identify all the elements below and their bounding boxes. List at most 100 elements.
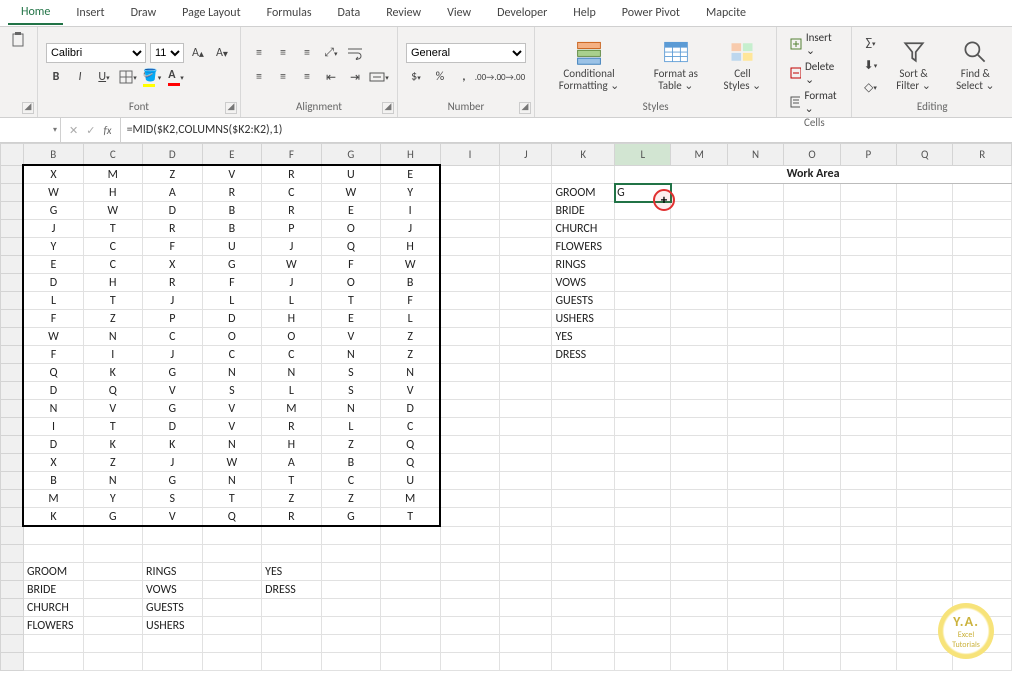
cell[interactable] <box>840 220 896 238</box>
merge-button[interactable]: ▾ <box>369 67 389 87</box>
cell[interactable] <box>381 581 441 599</box>
cell[interactable] <box>321 526 381 545</box>
cell[interactable]: J <box>262 274 322 292</box>
cell[interactable] <box>727 220 783 238</box>
cell[interactable]: W <box>381 256 441 274</box>
cell[interactable] <box>671 292 727 310</box>
cell[interactable] <box>671 436 727 454</box>
cell[interactable]: B <box>321 454 381 472</box>
cell[interactable] <box>671 346 727 364</box>
cell[interactable]: V <box>143 382 203 400</box>
cell[interactable]: J <box>143 454 203 472</box>
cell[interactable] <box>615 400 671 418</box>
cell[interactable] <box>727 292 783 310</box>
cell[interactable] <box>262 545 322 563</box>
cell[interactable] <box>500 220 552 238</box>
decrease-font-button[interactable]: A▾ <box>212 43 232 63</box>
cell[interactable]: D <box>143 418 203 436</box>
tab-power-pivot[interactable]: Power Pivot <box>609 2 693 24</box>
name-box[interactable] <box>0 118 61 142</box>
cell[interactable]: BRIDE <box>23 581 83 599</box>
cell[interactable] <box>552 454 615 472</box>
cell[interactable]: C <box>83 256 143 274</box>
paste-button[interactable] <box>8 30 28 50</box>
cell[interactable] <box>784 653 840 671</box>
cell[interactable] <box>897 328 953 346</box>
cell[interactable] <box>440 454 500 472</box>
decrease-indent-button[interactable]: ⇤ <box>321 67 341 87</box>
cell[interactable] <box>671 382 727 400</box>
cell[interactable] <box>552 563 615 581</box>
cell[interactable]: R <box>262 165 322 184</box>
cell[interactable]: V <box>202 165 262 184</box>
cell[interactable] <box>784 472 840 490</box>
cell[interactable] <box>953 238 1012 256</box>
italic-button[interactable]: I <box>70 67 90 87</box>
tab-help[interactable]: Help <box>560 2 609 24</box>
cell[interactable] <box>500 238 552 256</box>
find-select-button[interactable]: Find & Select ⌄ <box>947 36 1004 94</box>
cell[interactable] <box>615 256 671 274</box>
cell[interactable] <box>440 220 500 238</box>
cell[interactable]: N <box>23 400 83 418</box>
cell[interactable]: A <box>143 184 203 202</box>
cell[interactable]: N <box>83 472 143 490</box>
cell[interactable] <box>671 364 727 382</box>
cell[interactable] <box>440 545 500 563</box>
cell[interactable]: C <box>262 346 322 364</box>
cell[interactable] <box>552 418 615 436</box>
cell[interactable]: O <box>262 328 322 346</box>
cell[interactable]: V <box>381 382 441 400</box>
cell[interactable] <box>784 238 840 256</box>
cell[interactable]: V <box>321 328 381 346</box>
select-all-corner[interactable] <box>1 144 24 166</box>
cell[interactable]: B <box>381 274 441 292</box>
cell[interactable] <box>953 364 1012 382</box>
cell[interactable] <box>671 418 727 436</box>
cell[interactable]: I <box>381 202 441 220</box>
row-header[interactable] <box>1 490 24 508</box>
fill-color-button[interactable]: 🪣▾ <box>142 67 162 87</box>
cell[interactable] <box>500 328 552 346</box>
insert-cells-button[interactable]: Insert ⌄ <box>785 30 843 58</box>
font-color-button[interactable]: A▾ <box>166 67 186 87</box>
cell[interactable] <box>23 653 83 671</box>
cell[interactable] <box>262 599 322 617</box>
cell[interactable] <box>784 382 840 400</box>
cell[interactable] <box>440 184 500 202</box>
cell[interactable] <box>840 400 896 418</box>
cell[interactable]: BRIDE <box>552 202 615 220</box>
cell[interactable] <box>671 220 727 238</box>
cell[interactable] <box>262 653 322 671</box>
cell[interactable]: M <box>83 165 143 184</box>
cell[interactable] <box>840 328 896 346</box>
cell[interactable]: USHERS <box>552 310 615 328</box>
formula-input[interactable]: =MID($K2,COLUMNS($K2:K2),1) <box>121 118 1012 142</box>
cell[interactable]: Q <box>202 508 262 527</box>
cell[interactable] <box>23 545 83 563</box>
cell[interactable]: J <box>23 220 83 238</box>
fill-button[interactable]: ⬇▾ <box>860 55 880 75</box>
cell[interactable]: L <box>23 292 83 310</box>
tab-review[interactable]: Review <box>373 2 434 24</box>
row-header[interactable] <box>1 436 24 454</box>
row-header[interactable] <box>1 418 24 436</box>
cell[interactable]: Q <box>381 436 441 454</box>
row-header[interactable] <box>1 400 24 418</box>
cell[interactable] <box>500 165 552 184</box>
cell[interactable]: C <box>202 346 262 364</box>
cell[interactable]: E <box>23 256 83 274</box>
cell[interactable] <box>840 635 896 653</box>
cell[interactable] <box>381 526 441 545</box>
align-center-button[interactable]: ≡ <box>273 67 293 87</box>
cell[interactable] <box>202 617 262 635</box>
align-right-button[interactable]: ≡ <box>297 67 317 87</box>
cell[interactable]: F <box>23 346 83 364</box>
cell[interactable]: E <box>381 165 441 184</box>
cell[interactable]: S <box>202 382 262 400</box>
cell[interactable] <box>840 454 896 472</box>
cell[interactable] <box>727 617 783 635</box>
cell[interactable] <box>440 508 500 527</box>
cell[interactable]: I <box>23 418 83 436</box>
cell[interactable] <box>262 526 322 545</box>
